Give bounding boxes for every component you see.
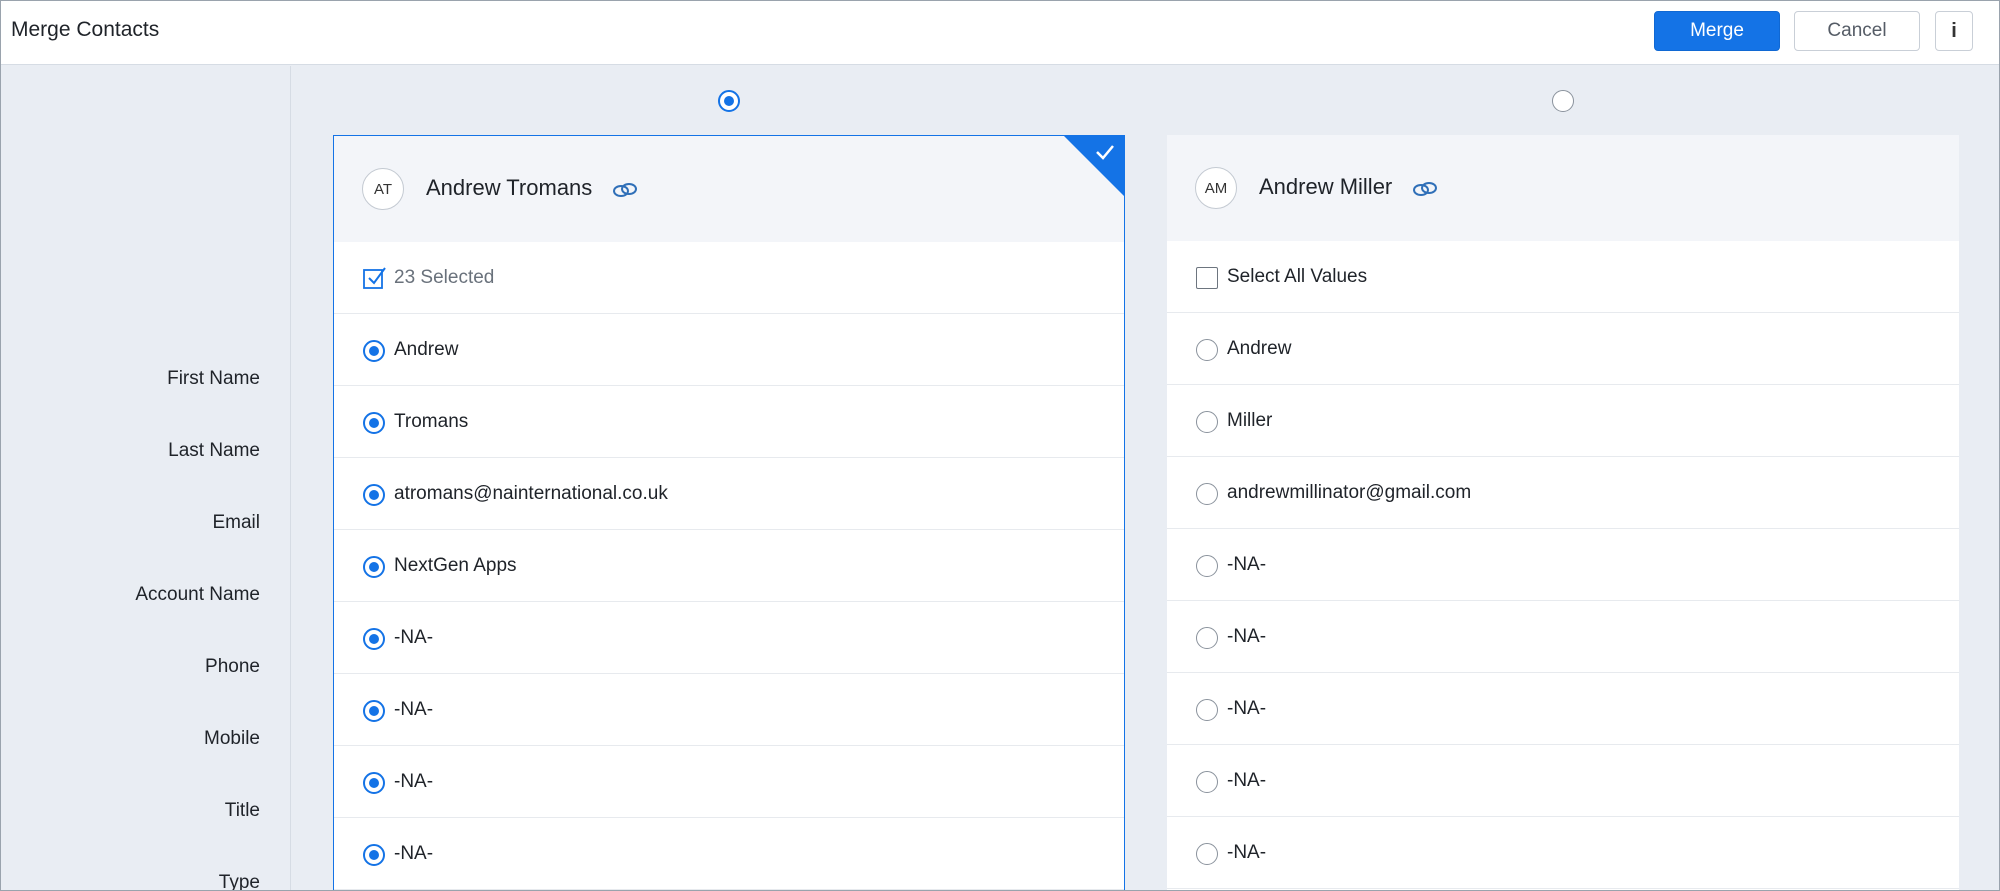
value-radio[interactable] — [1196, 555, 1218, 577]
value-radio[interactable] — [363, 844, 385, 866]
value-radio[interactable] — [1196, 771, 1218, 793]
value-row[interactable]: Andrew — [334, 314, 1124, 386]
value-row[interactable]: atromans@nainternational.co.uk — [334, 458, 1124, 530]
field-label-email: Email — [212, 512, 260, 533]
value-text: -NA- — [1227, 842, 1267, 863]
master-record-radio-andrew-miller[interactable] — [1552, 90, 1574, 112]
value-text: -NA- — [394, 771, 434, 792]
checked-box-icon[interactable] — [362, 265, 388, 291]
value-text: -NA- — [1227, 626, 1267, 647]
select-all-label: Select All Values — [1227, 266, 1368, 287]
value-radio[interactable] — [1196, 483, 1218, 505]
record-name: Andrew Tromans — [426, 175, 593, 200]
linked-rings-icon[interactable] — [612, 180, 638, 200]
field-label-mobile: Mobile — [204, 728, 260, 749]
value-radio[interactable] — [363, 628, 385, 650]
record-card-andrew-tromans[interactable]: AT Andrew Tromans 23 Selected Andrew Tro… — [333, 135, 1125, 890]
value-row[interactable]: -NA- — [334, 602, 1124, 674]
value-text: Andrew — [1227, 338, 1292, 359]
value-text: -NA- — [394, 843, 434, 864]
field-label-title: Title — [224, 800, 260, 821]
select-all-checkbox[interactable] — [1196, 267, 1218, 289]
field-label-last-name: Last Name — [168, 440, 260, 461]
field-label-phone: Phone — [205, 656, 260, 677]
selected-count-label: 23 Selected — [394, 267, 495, 288]
value-text: Tromans — [394, 411, 469, 432]
value-text: -NA- — [1227, 770, 1267, 791]
value-radio[interactable] — [363, 556, 385, 578]
avatar: AM — [1195, 167, 1237, 209]
field-label-first-name: First Name — [167, 368, 260, 389]
value-row[interactable]: -NA- — [1167, 745, 1959, 817]
header-bar: Merge Contacts Merge Cancel i — [1, 1, 1999, 65]
linked-rings-icon[interactable] — [1412, 179, 1438, 199]
value-row[interactable]: -NA- — [1167, 601, 1959, 673]
value-row[interactable]: Tromans — [334, 386, 1124, 458]
value-text: -NA- — [394, 699, 434, 720]
master-record-radio-andrew-tromans[interactable] — [718, 90, 740, 112]
select-all-row: Select All Values — [1167, 241, 1959, 313]
value-row[interactable]: NextGen Apps — [334, 530, 1124, 602]
merge-contacts-window: Merge Contacts Merge Cancel i First Name… — [0, 0, 2000, 891]
value-text: -NA- — [1227, 698, 1267, 719]
merge-button[interactable]: Merge — [1654, 11, 1780, 51]
value-row[interactable]: Andrew — [1167, 313, 1959, 385]
field-label-account-name: Account Name — [135, 584, 260, 605]
value-row[interactable]: -NA- — [334, 818, 1124, 890]
value-radio[interactable] — [363, 772, 385, 794]
info-button[interactable]: i — [1935, 11, 1973, 51]
value-radio[interactable] — [1196, 339, 1218, 361]
select-all-row: 23 Selected — [334, 242, 1124, 314]
checkmark-icon — [1096, 145, 1114, 160]
field-labels-column: First Name Last Name Email Account Name … — [1, 66, 291, 891]
record-card-header: AM Andrew Miller — [1167, 135, 1959, 241]
value-radio[interactable] — [1196, 699, 1218, 721]
value-text: -NA- — [394, 627, 434, 648]
value-text: Miller — [1227, 410, 1273, 431]
value-text: NextGen Apps — [394, 555, 517, 576]
value-radio[interactable] — [363, 484, 385, 506]
value-radio[interactable] — [1196, 843, 1218, 865]
value-row[interactable]: Miller — [1167, 385, 1959, 457]
value-row[interactable]: -NA- — [334, 746, 1124, 818]
cancel-button[interactable]: Cancel — [1794, 11, 1920, 51]
avatar: AT — [362, 168, 404, 210]
value-radio[interactable] — [363, 340, 385, 362]
value-text: andrewmillinator@gmail.com — [1227, 482, 1472, 503]
value-text: Andrew — [394, 339, 459, 360]
value-radio[interactable] — [363, 700, 385, 722]
value-radio[interactable] — [1196, 627, 1218, 649]
page-title: Merge Contacts — [11, 18, 160, 41]
value-row[interactable]: andrewmillinator@gmail.com — [1167, 457, 1959, 529]
value-text: -NA- — [1227, 554, 1267, 575]
record-name: Andrew Miller — [1259, 174, 1393, 199]
field-label-type: Type — [218, 872, 260, 891]
value-row[interactable]: -NA- — [1167, 817, 1959, 889]
value-radio[interactable] — [1196, 411, 1218, 433]
value-row[interactable]: -NA- — [1167, 529, 1959, 601]
record-card-andrew-miller[interactable]: AM Andrew Miller Select All Values Andre… — [1167, 135, 1959, 890]
value-row[interactable]: -NA- — [1167, 673, 1959, 745]
value-row[interactable]: -NA- — [334, 674, 1124, 746]
value-text: atromans@nainternational.co.uk — [394, 483, 668, 504]
value-radio[interactable] — [363, 412, 385, 434]
record-card-header: AT Andrew Tromans — [334, 136, 1124, 242]
